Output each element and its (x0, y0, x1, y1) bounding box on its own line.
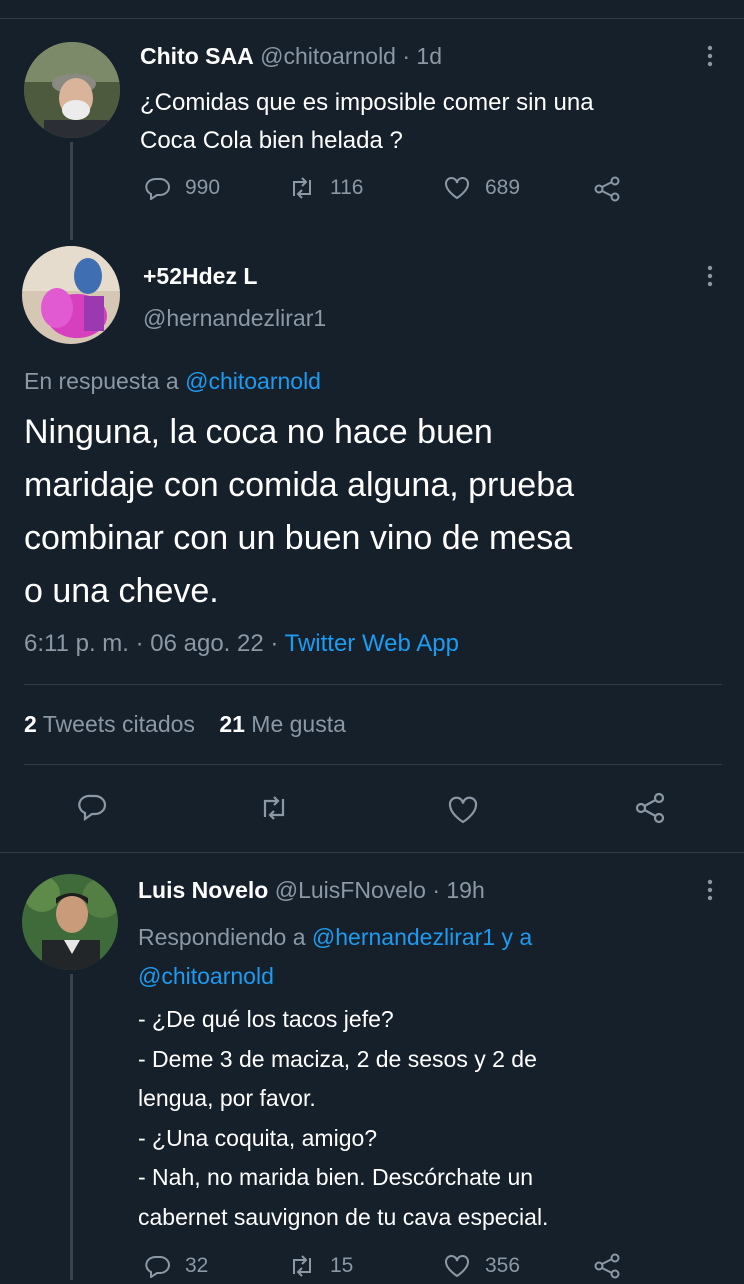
tweet-text: ¿Comidas que es imposible comer sin una … (140, 84, 594, 160)
reply-context: Respondiendo a @hernandezlirar1 y a @chi… (138, 918, 532, 996)
like-button[interactable]: 689 (443, 176, 520, 200)
avatar[interactable] (24, 42, 120, 138)
reply-count: 990 (185, 176, 221, 199)
like-button[interactable] (446, 795, 480, 825)
like-count: 689 (485, 176, 521, 199)
tweet-text-line: ¿Comidas que es imposible comer sin una (140, 89, 594, 116)
retweet-button[interactable]: 15 (288, 1254, 353, 1278)
avatar[interactable] (22, 246, 120, 344)
reply-button[interactable] (78, 792, 108, 822)
display-name[interactable]: Luis Novelo (138, 877, 268, 903)
timestamp[interactable]: · 19h (432, 877, 484, 903)
quotes-count: 2 (24, 711, 37, 737)
quotes-label: Tweets citados (42, 711, 195, 737)
divider (0, 852, 744, 853)
thread-line (70, 142, 73, 240)
reply-icon (145, 176, 171, 200)
mention-link[interactable]: @chitoarnold (138, 963, 274, 989)
reply-prefix: En respuesta a (24, 368, 186, 394)
reply-icon (145, 1254, 171, 1278)
retweet-button[interactable] (258, 794, 290, 822)
source-link[interactable]: Twitter Web App (285, 630, 459, 657)
tweet-text-line: - Nah, no marida bien. Descórchate un (138, 1164, 534, 1190)
tweet-text-line: - ¿Una coquita, amigo? (138, 1124, 378, 1151)
retweet-icon (288, 176, 316, 200)
mention-link[interactable]: @hernandezlirar1 (312, 924, 495, 950)
likes-link[interactable]: 21 Me gusta (219, 711, 346, 737)
like-button[interactable]: 356 (443, 1254, 520, 1278)
heart-icon (446, 795, 480, 825)
heart-icon (443, 1254, 471, 1278)
tweet-meta: 6:11 p. m. · 06 ago. 22 · Twitter Web Ap… (24, 630, 459, 658)
reply-count: 32 (185, 1254, 209, 1277)
heart-icon (443, 176, 471, 200)
mention-link[interactable]: @chitoarnold (185, 368, 321, 394)
timestamp[interactable]: · 1d (402, 43, 442, 69)
reply-prefix: Respondiendo a (138, 924, 312, 950)
more-icon[interactable] (704, 878, 716, 907)
share-icon[interactable] (634, 792, 666, 829)
retweet-count: 15 (330, 1254, 354, 1277)
likes-count: 21 (219, 711, 245, 737)
quotes-link[interactable]: 2 Tweets citados (24, 711, 201, 737)
tweet-text-line: maridaje con comida alguna, prueba (24, 466, 575, 504)
retweet-icon (258, 794, 290, 822)
more-icon[interactable] (704, 44, 716, 68)
share-icon[interactable] (593, 1253, 621, 1284)
handle[interactable]: @hernandezlirar1 (143, 305, 326, 332)
retweet-icon (288, 1254, 316, 1278)
tweet-text-line: o una cheve. (24, 572, 219, 610)
divider (24, 684, 722, 685)
reply-button[interactable]: 32 (145, 1254, 208, 1278)
top-divider (0, 18, 744, 19)
display-name[interactable]: +52Hdez L (143, 263, 257, 290)
tweet-text: Ninguna, la coca no hace buen maridaje c… (24, 406, 574, 618)
tweet-text-line: - ¿De qué los tacos jefe? (138, 1006, 394, 1032)
tweet-text-line: combinar con un buen vino de mesa (24, 519, 573, 557)
engagement-stats: 2 Tweets citados 21 Me gusta (24, 711, 346, 738)
reply-icon (78, 792, 108, 822)
tweet-text-line: cabernet sauvignon de tu cava especial. (138, 1203, 549, 1230)
divider (24, 764, 722, 765)
handle[interactable]: @LuisFNovelo (275, 877, 426, 903)
more-icon[interactable] (704, 264, 716, 293)
reply-and: y a (495, 924, 533, 950)
tweet-text: - ¿De qué los tacos jefe? - Deme 3 de ma… (138, 1000, 548, 1237)
tweet-text-line: lengua, por favor. (138, 1085, 316, 1111)
retweet-count: 116 (330, 176, 364, 199)
like-count: 356 (485, 1254, 521, 1277)
timestamp[interactable]: 6:11 p. m. · 06 ago. 22 · (24, 630, 285, 657)
handle[interactable]: @chitoarnold (260, 43, 396, 69)
tweet-text-line: Coca Cola bien helada ? (140, 127, 403, 154)
tweet-text-line: - Deme 3 de maciza, 2 de sesos y 2 de (138, 1045, 537, 1072)
avatar[interactable] (22, 874, 118, 970)
thread-line (70, 974, 73, 1280)
likes-label: Me gusta (251, 711, 346, 737)
tweet-text-line: Ninguna, la coca no hace buen (24, 413, 493, 451)
reply-button[interactable]: 990 (145, 176, 220, 200)
retweet-button[interactable]: 116 (288, 176, 363, 200)
share-icon[interactable] (593, 176, 621, 207)
display-name[interactable]: Chito SAA (140, 43, 254, 69)
reply-context: En respuesta a @chitoarnold (24, 368, 321, 395)
tweet-header: Luis Novelo @LuisFNovelo · 19h (138, 877, 485, 904)
tweet-header: Chito SAA @chitoarnold · 1d (140, 43, 442, 70)
